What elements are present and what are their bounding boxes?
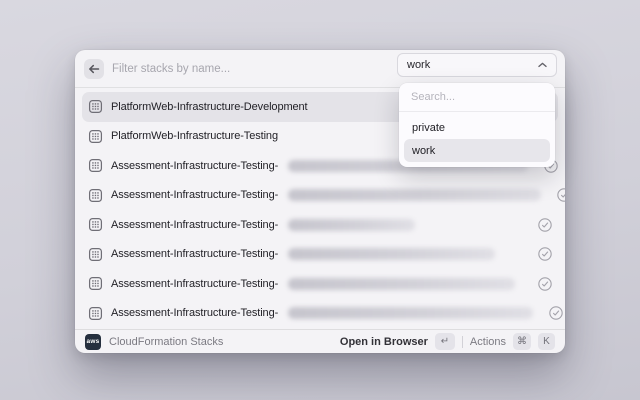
stack-name: Assessment-Infrastructure-Testing- — [111, 248, 278, 260]
stack-grid-icon — [88, 129, 103, 144]
check-circle-icon — [549, 306, 563, 320]
redacted-text — [288, 189, 541, 201]
tag-search-input[interactable] — [399, 83, 555, 112]
stack-grid-icon — [88, 99, 103, 114]
tag-option[interactable]: work — [404, 139, 550, 162]
redacted-text — [288, 248, 495, 260]
app-name: CloudFormation Stacks — [109, 336, 223, 348]
stack-row[interactable]: Assessment-Infrastructure-Testing- — [82, 181, 558, 211]
tag-dropdown-trigger[interactable]: work — [397, 53, 557, 77]
k-key-icon: K — [538, 333, 555, 350]
check-circle-icon — [538, 277, 552, 291]
actions-button[interactable]: Actions — [470, 336, 506, 348]
stack-name: Assessment-Infrastructure-Testing- — [111, 307, 278, 319]
launcher-window: work PlatformWeb-Infrastructure-Developm… — [75, 50, 565, 353]
stack-grid-icon — [88, 276, 103, 291]
tag-dropdown-value: work — [407, 59, 430, 71]
check-circle-icon — [538, 247, 552, 261]
redacted-text — [288, 278, 515, 290]
back-button[interactable] — [84, 59, 104, 79]
redacted-text — [288, 307, 533, 319]
command-key-icon: ⌘ — [513, 333, 531, 350]
stack-row[interactable]: Assessment-Infrastructure-Testing- — [82, 240, 558, 270]
enter-key-icon: ↵ — [435, 333, 455, 350]
open-in-browser-button[interactable]: Open in Browser — [340, 336, 428, 348]
stack-grid-icon — [88, 188, 103, 203]
stack-name: PlatformWeb-Infrastructure-Testing — [111, 130, 278, 142]
tag-option-label: work — [412, 145, 435, 157]
stack-grid-icon — [88, 247, 103, 262]
stack-name: Assessment-Infrastructure-Testing- — [111, 219, 278, 231]
stack-name: Assessment-Infrastructure-Testing- — [111, 278, 278, 290]
stack-name: PlatformWeb-Infrastructure-Development — [111, 101, 308, 113]
tag-dropdown-panel: private work — [399, 83, 555, 167]
stack-grid-icon — [88, 158, 103, 173]
check-circle-icon — [557, 188, 565, 202]
redacted-text — [288, 219, 415, 231]
check-circle-icon — [538, 218, 552, 232]
stack-row[interactable]: Assessment-Infrastructure-Testing- — [82, 269, 558, 299]
tag-option[interactable]: private — [404, 116, 550, 139]
chevron-up-icon — [538, 62, 547, 68]
stack-grid-icon — [88, 306, 103, 321]
footer-divider — [462, 336, 463, 348]
stack-row[interactable]: Assessment-Infrastructure-Testing- — [82, 299, 558, 329]
stack-grid-icon — [88, 217, 103, 232]
tag-option-list: private work — [399, 112, 555, 166]
filter-input[interactable] — [112, 50, 392, 87]
stack-name: Assessment-Infrastructure-Testing- — [111, 160, 278, 172]
footer: aws CloudFormation Stacks Open in Browse… — [75, 329, 565, 353]
stack-name: Assessment-Infrastructure-Testing- — [111, 189, 278, 201]
stack-row[interactable]: Assessment-Infrastructure-Testing- — [82, 210, 558, 240]
back-arrow-icon — [88, 64, 100, 74]
footer-actions: Open in Browser ↵ Actions ⌘ K — [340, 333, 555, 350]
tag-option-label: private — [412, 122, 445, 134]
aws-icon: aws — [85, 334, 101, 350]
